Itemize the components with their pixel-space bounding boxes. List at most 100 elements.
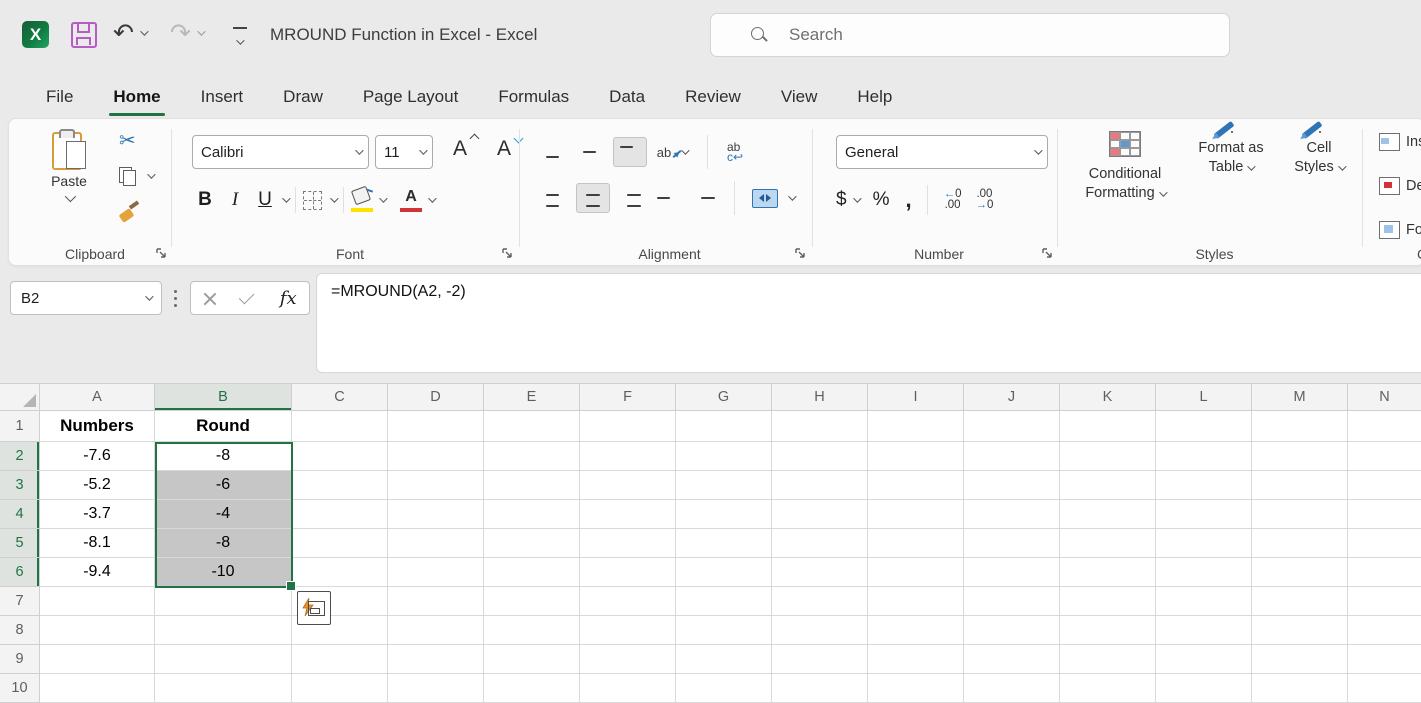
decrease-font-size-button[interactable]: A — [487, 137, 521, 167]
cell-N5[interactable] — [1348, 529, 1421, 558]
cell-E1[interactable] — [484, 411, 580, 442]
select-all-button[interactable] — [0, 384, 40, 411]
cell-F10[interactable] — [580, 674, 676, 703]
cell-B2[interactable]: -8 — [155, 442, 292, 471]
column-header-J[interactable]: J — [964, 384, 1060, 411]
cell-I4[interactable] — [868, 500, 964, 529]
cell-M2[interactable] — [1252, 442, 1348, 471]
column-header-L[interactable]: L — [1156, 384, 1252, 411]
cell-L2[interactable] — [1156, 442, 1252, 471]
search-input[interactable]: Search — [710, 13, 1230, 57]
row-header-8[interactable]: 8 — [0, 616, 40, 645]
cell-K9[interactable] — [1060, 645, 1156, 674]
cell-E2[interactable] — [484, 442, 580, 471]
cell-D9[interactable] — [388, 645, 484, 674]
cell-J4[interactable] — [964, 500, 1060, 529]
column-header-C[interactable]: C — [292, 384, 388, 411]
row-header-2[interactable]: 2 — [0, 442, 40, 471]
tab-review[interactable]: Review — [665, 78, 761, 116]
cell-B8[interactable] — [155, 616, 292, 645]
cell-A7[interactable] — [40, 587, 155, 616]
merge-center-chevron-icon[interactable] — [788, 192, 796, 200]
cell-J8[interactable] — [964, 616, 1060, 645]
accounting-format-button[interactable]: $ — [836, 189, 847, 211]
cell-C10[interactable] — [292, 674, 388, 703]
cell-K3[interactable] — [1060, 471, 1156, 500]
cell-L6[interactable] — [1156, 558, 1252, 587]
cell-J1[interactable] — [964, 411, 1060, 442]
cell-A2[interactable]: -7.6 — [40, 442, 155, 471]
cell-B5[interactable]: -8 — [155, 529, 292, 558]
cell-K2[interactable] — [1060, 442, 1156, 471]
cell-D4[interactable] — [388, 500, 484, 529]
row-header-3[interactable]: 3 — [0, 471, 40, 500]
cell-H5[interactable] — [772, 529, 868, 558]
cell-J2[interactable] — [964, 442, 1060, 471]
tab-page-layout[interactable]: Page Layout — [343, 78, 478, 116]
row-header-9[interactable]: 9 — [0, 645, 40, 674]
cell-M5[interactable] — [1252, 529, 1348, 558]
insert-function-icon[interactable]: fx — [280, 288, 297, 309]
cell-E3[interactable] — [484, 471, 580, 500]
tab-home[interactable]: Home — [93, 78, 180, 116]
quick-access-customize-icon[interactable] — [233, 27, 247, 50]
column-header-N[interactable]: N — [1348, 384, 1421, 411]
percent-style-button[interactable]: % — [873, 189, 890, 211]
underline-button[interactable]: U — [252, 185, 278, 215]
cell-K7[interactable] — [1060, 587, 1156, 616]
cell-E7[interactable] — [484, 587, 580, 616]
cell-H9[interactable] — [772, 645, 868, 674]
cell-C6[interactable] — [292, 558, 388, 587]
cell-E6[interactable] — [484, 558, 580, 587]
italic-button[interactable]: I — [222, 185, 248, 215]
cell-N6[interactable] — [1348, 558, 1421, 587]
format-as-table-button[interactable]: Format as Table — [1185, 131, 1277, 177]
cell-A1[interactable]: Numbers — [40, 411, 155, 442]
cell-F1[interactable] — [580, 411, 676, 442]
cell-L1[interactable] — [1156, 411, 1252, 442]
comma-style-button[interactable]: , — [905, 187, 911, 213]
undo-button[interactable]: ↶ — [113, 20, 146, 45]
orientation-chevron-icon[interactable] — [681, 146, 689, 154]
format-painter-button[interactable] — [119, 199, 165, 225]
wrap-text-button[interactable]: abc↩ — [718, 137, 752, 167]
cell-B1[interactable]: Round — [155, 411, 292, 442]
cut-button[interactable]: ✂ — [119, 127, 165, 153]
cell-D10[interactable] — [388, 674, 484, 703]
decrease-decimal-button[interactable]: .00 →0 — [976, 189, 994, 211]
cell-N8[interactable] — [1348, 616, 1421, 645]
bold-button[interactable]: B — [192, 185, 218, 215]
tab-help[interactable]: Help — [837, 78, 912, 116]
copy-chevron-icon[interactable] — [147, 170, 155, 178]
borders-chevron-icon[interactable] — [330, 194, 338, 202]
cell-G10[interactable] — [676, 674, 772, 703]
cell-I1[interactable] — [868, 411, 964, 442]
underline-chevron-icon[interactable] — [282, 194, 290, 202]
cell-C4[interactable] — [292, 500, 388, 529]
conditional-formatting-button[interactable]: Conditional Formatting — [1071, 131, 1179, 203]
cell-D2[interactable] — [388, 442, 484, 471]
alignment-dialog-launcher-icon[interactable] — [794, 247, 806, 259]
redo-button[interactable]: ↷ — [170, 20, 203, 45]
cell-F2[interactable] — [580, 442, 676, 471]
align-left-button[interactable] — [539, 183, 573, 213]
column-header-F[interactable]: F — [580, 384, 676, 411]
cell-E8[interactable] — [484, 616, 580, 645]
cell-G8[interactable] — [676, 616, 772, 645]
cell-G4[interactable] — [676, 500, 772, 529]
cell-J10[interactable] — [964, 674, 1060, 703]
row-header-1[interactable]: 1 — [0, 411, 40, 442]
font-dialog-launcher-icon[interactable] — [501, 247, 513, 259]
cell-styles-button[interactable]: Cell Styles — [1283, 131, 1355, 177]
cell-M1[interactable] — [1252, 411, 1348, 442]
cell-N3[interactable] — [1348, 471, 1421, 500]
column-header-D[interactable]: D — [388, 384, 484, 411]
cell-A3[interactable]: -5.2 — [40, 471, 155, 500]
cell-G1[interactable] — [676, 411, 772, 442]
font-name-select[interactable]: Calibri — [192, 135, 369, 169]
tab-data[interactable]: Data — [589, 78, 665, 116]
clipboard-dialog-launcher-icon[interactable] — [155, 247, 167, 259]
cell-H4[interactable] — [772, 500, 868, 529]
number-dialog-launcher-icon[interactable] — [1041, 247, 1053, 259]
cell-I7[interactable] — [868, 587, 964, 616]
